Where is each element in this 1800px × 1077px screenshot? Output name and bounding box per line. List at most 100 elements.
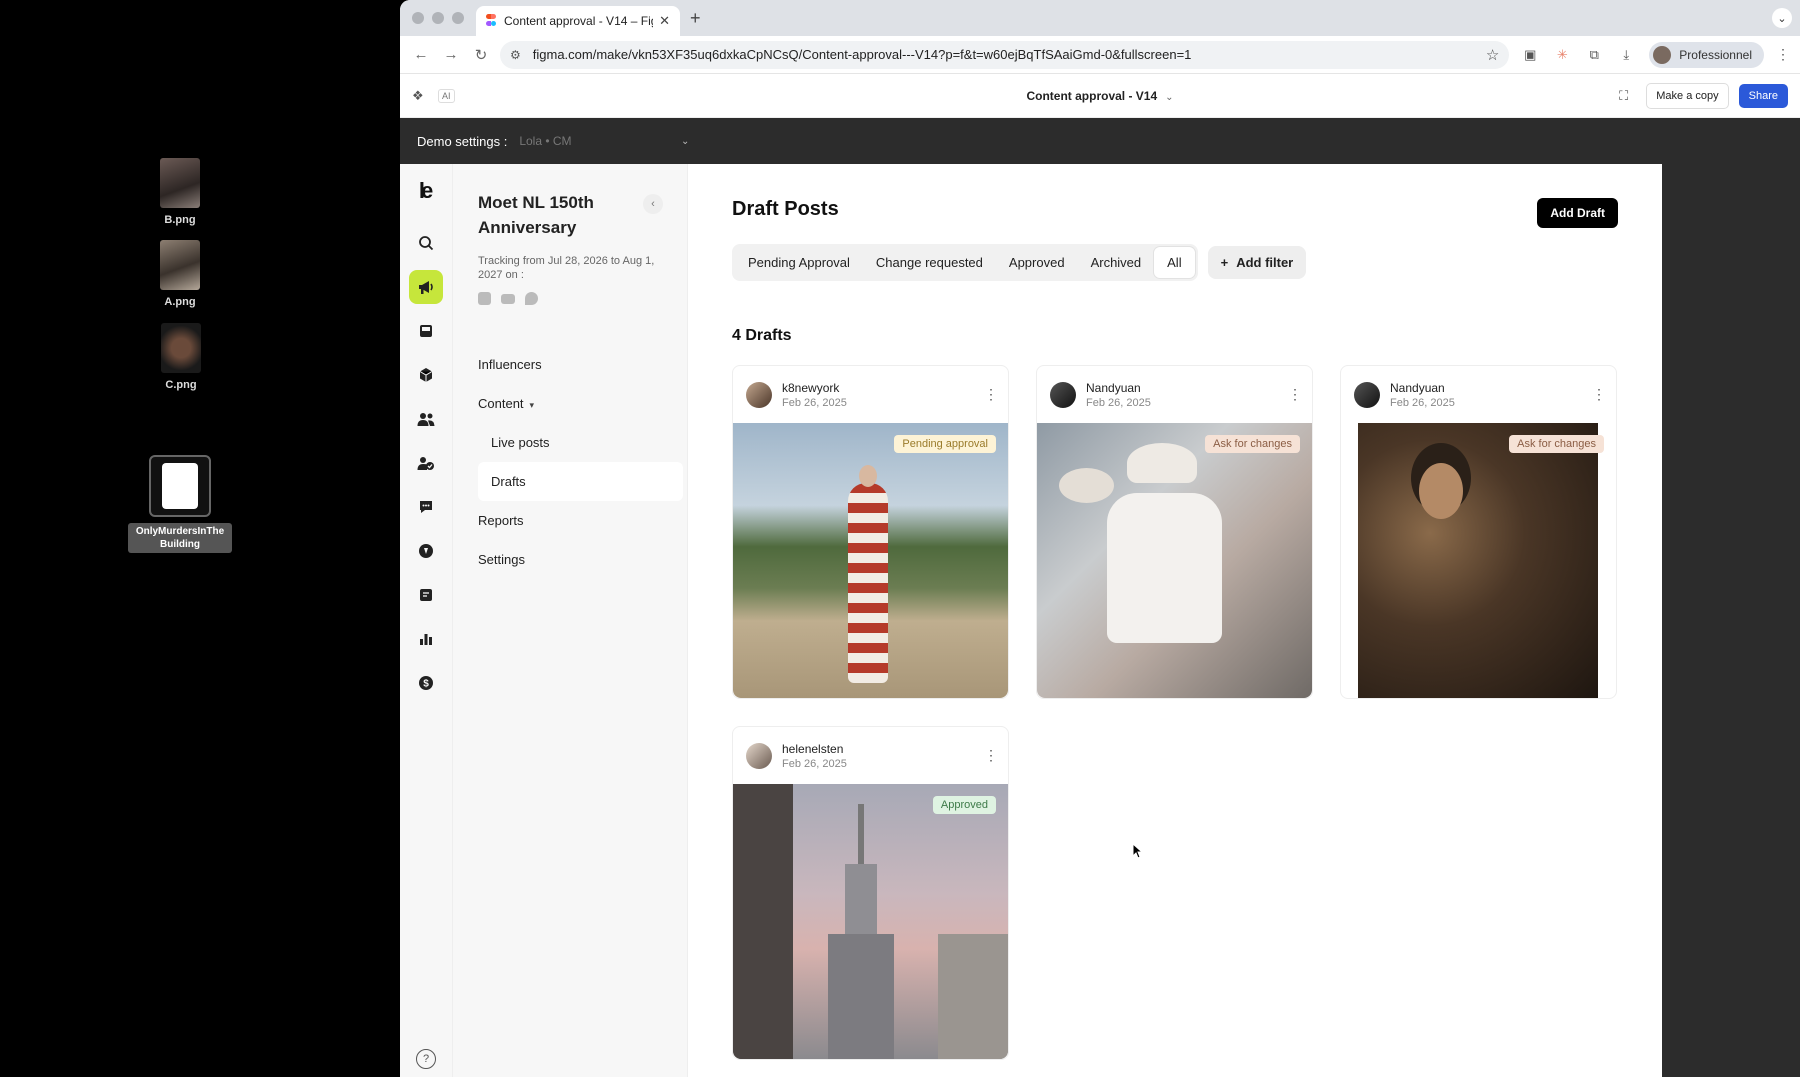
tab-bar: Content approval - V14 – Figr ✕ + ⌄ xyxy=(400,0,1800,36)
scan-icon[interactable]: ⛶ xyxy=(1619,88,1628,104)
prototype-canvas: Demo settings : Lola • CM ⌄ lɘ $ ? Moet … xyxy=(400,118,1800,1077)
close-icon[interactable]: ✕ xyxy=(659,13,670,29)
figma-logo-icon[interactable]: ❖ xyxy=(412,88,432,104)
add-draft-button[interactable]: Add Draft xyxy=(1537,198,1618,228)
desktop-file-b[interactable]: B.png xyxy=(120,158,240,226)
filter-change-requested[interactable]: Change requested xyxy=(863,247,996,278)
help-icon[interactable]: ? xyxy=(416,1049,436,1069)
forward-icon[interactable]: → xyxy=(440,46,462,63)
sidebar-item-label: Live posts xyxy=(491,435,550,450)
avatar xyxy=(1050,381,1076,408)
profile-label: Professionnel xyxy=(1679,47,1752,62)
extensions-puzzle-icon[interactable]: ⧉ xyxy=(1583,44,1605,66)
card-header: helenelsten Feb 26, 2025 ⋮ xyxy=(733,727,1008,784)
chat-icon[interactable] xyxy=(409,490,443,524)
extension-sparkle-icon[interactable]: ✳ xyxy=(1551,44,1573,66)
svg-text:$: $ xyxy=(423,679,429,690)
box-icon[interactable] xyxy=(409,358,443,392)
search-icon[interactable] xyxy=(409,226,443,260)
avatar xyxy=(746,381,772,408)
more-options-icon[interactable]: ⋮ xyxy=(984,747,998,764)
sidebar-item-label: Settings xyxy=(478,552,525,567)
file-label: A.png xyxy=(164,296,196,308)
back-icon[interactable]: ← xyxy=(410,46,432,63)
username: Nandyuan xyxy=(1086,380,1141,395)
status-badge: Pending approval xyxy=(894,435,996,453)
bar-chart-icon[interactable] xyxy=(409,622,443,656)
tab-search-button[interactable]: ⌄ xyxy=(1772,8,1792,28)
file-title-text: Content approval - V14 xyxy=(1026,88,1158,103)
card-header: Nandyuan Feb 26, 2025 ⋮ xyxy=(1341,366,1616,423)
username: Nandyuan xyxy=(1390,380,1445,395)
filter-pending-approval[interactable]: Pending Approval xyxy=(735,247,863,278)
sidebar-item-reports[interactable]: Reports xyxy=(478,501,687,540)
url-text: figma.com/make/vkn53XF35uq6dxkaCpNCsQ/Co… xyxy=(532,47,1192,62)
reload-icon[interactable]: ↻ xyxy=(470,46,492,64)
draft-image[interactable]: Ask for changes xyxy=(1037,423,1312,698)
draft-card[interactable]: k8newyork Feb 26, 2025 ⋮ Pending approva… xyxy=(732,365,1009,699)
add-filter-button[interactable]: + Add filter xyxy=(1207,246,1307,279)
file-label: OnlyMurdersInThe Building xyxy=(128,523,232,553)
filter-approved[interactable]: Approved xyxy=(996,247,1078,278)
collapse-sidebar-icon[interactable]: ‹ xyxy=(643,194,663,214)
site-settings-icon[interactable]: ⚙ xyxy=(510,48,521,62)
browser-menu-icon[interactable]: ⋮ xyxy=(1776,46,1790,63)
more-options-icon[interactable]: ⋮ xyxy=(1288,386,1302,403)
app-logo[interactable]: lɘ xyxy=(419,178,433,204)
browser-tab[interactable]: Content approval - V14 – Figr ✕ xyxy=(476,6,680,36)
ai-badge[interactable]: AI xyxy=(438,88,455,103)
sidebar-item-influencers[interactable]: Influencers xyxy=(478,345,687,384)
draft-card[interactable]: Nandyuan Feb 26, 2025 ⋮ Ask for changes xyxy=(1340,365,1617,699)
draft-image[interactable]: Pending approval xyxy=(733,423,1008,698)
filter-all[interactable]: All xyxy=(1154,247,1195,278)
users-icon[interactable] xyxy=(409,402,443,436)
sidebar-item-label: Content xyxy=(478,396,524,411)
status-filter-tabs: Pending Approval Change requested Approv… xyxy=(732,244,1198,281)
filter-archived[interactable]: Archived xyxy=(1078,247,1155,278)
share-button[interactable]: Share xyxy=(1738,83,1788,108)
sidebar-item-settings[interactable]: Settings xyxy=(478,540,687,579)
more-options-icon[interactable]: ⋮ xyxy=(984,386,998,403)
document-icon[interactable] xyxy=(409,578,443,612)
desktop-file-a[interactable]: A.png xyxy=(120,240,240,308)
status-badge: Approved xyxy=(932,796,996,814)
desktop-file-document[interactable]: OnlyMurdersInThe Building xyxy=(120,455,240,553)
username: helenelsten xyxy=(782,741,844,756)
bookmark-star-icon[interactable]: ☆ xyxy=(1486,46,1499,64)
more-options-icon[interactable]: ⋮ xyxy=(1592,386,1606,403)
draft-image[interactable]: Ask for changes xyxy=(1341,423,1616,698)
sidebar-item-live-posts[interactable]: Live posts xyxy=(478,423,683,462)
post-date: Feb 26, 2025 xyxy=(782,757,847,770)
campaign-sidebar: Moet NL 150th Anniversary ‹ Tracking fro… xyxy=(453,164,688,1077)
desktop-file-c[interactable]: C.png xyxy=(121,323,241,391)
main-content: Draft Posts Add Draft Pending Approval C… xyxy=(688,164,1662,1077)
sidebar-item-content[interactable]: Content ▾ xyxy=(478,384,687,423)
download-icon[interactable]: ⤓ xyxy=(1615,44,1637,66)
draft-card[interactable]: helenelsten Feb 26, 2025 ⋮ Approved xyxy=(732,726,1009,1060)
file-label: B.png xyxy=(164,214,196,226)
window-controls[interactable] xyxy=(412,12,464,24)
inbox-icon[interactable] xyxy=(409,314,443,348)
make-copy-button[interactable]: Make a copy xyxy=(1646,82,1729,109)
file-title[interactable]: Content approval - V14 ⌄ xyxy=(1026,89,1173,103)
user-check-icon[interactable] xyxy=(409,446,443,480)
browser-window: Content approval - V14 – Figr ✕ + ⌄ ← → … xyxy=(400,0,1800,1077)
megaphone-icon[interactable] xyxy=(409,270,443,304)
add-filter-label: Add filter xyxy=(1236,255,1294,270)
address-bar[interactable]: ⚙ figma.com/make/vkn53XF35uq6dxkaCpNCsQ/… xyxy=(500,40,1510,69)
profile-button[interactable]: Professionnel xyxy=(1649,41,1764,68)
image-thumbnail xyxy=(160,158,200,208)
demo-settings-select[interactable]: Lola • CM ⌄ xyxy=(519,134,689,148)
chevron-down-icon: ⌄ xyxy=(1165,91,1174,103)
browser-toolbar: ← → ↻ ⚙ figma.com/make/vkn53XF35uq6dxkaC… xyxy=(400,36,1800,74)
tag-icon[interactable] xyxy=(409,534,443,568)
extension-icon[interactable]: ▣ xyxy=(1519,44,1541,66)
card-header: k8newyork Feb 26, 2025 ⋮ xyxy=(733,366,1008,423)
draft-image[interactable]: Approved xyxy=(733,784,1008,1059)
sidebar-item-drafts[interactable]: Drafts xyxy=(478,462,683,501)
draft-card[interactable]: Nandyuan Feb 26, 2025 ⋮ Ask for changes xyxy=(1036,365,1313,699)
dollar-icon[interactable]: $ xyxy=(409,666,443,700)
new-tab-button[interactable]: + xyxy=(690,8,701,29)
file-label: C.png xyxy=(165,379,197,391)
username: k8newyork xyxy=(782,380,840,395)
